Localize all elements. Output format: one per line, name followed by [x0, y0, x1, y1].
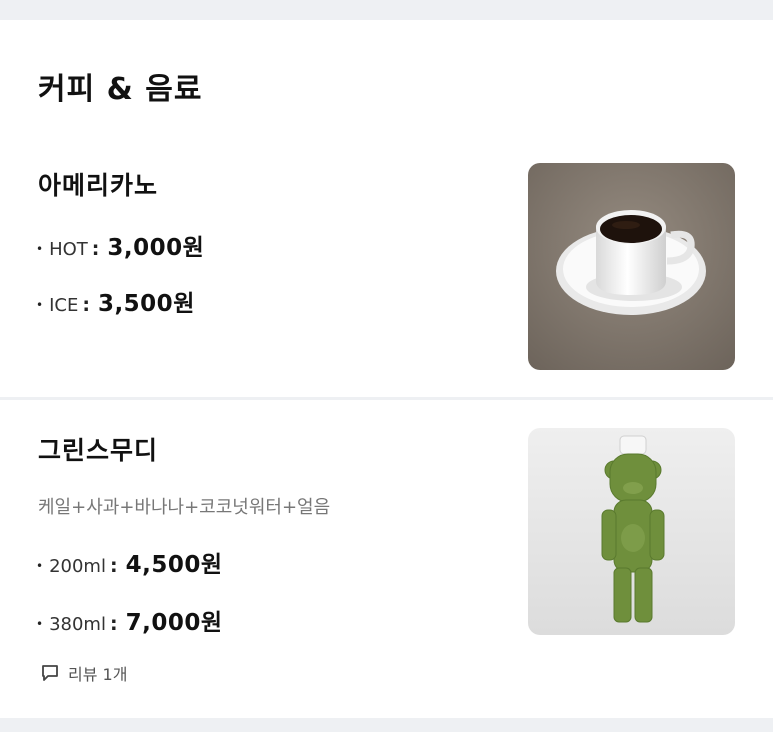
green-smoothie-image[interactable]	[528, 428, 735, 635]
bullet: •	[36, 242, 44, 256]
option-price: 4,500원	[125, 552, 223, 578]
separator: :	[109, 613, 118, 635]
americano-image[interactable]	[528, 163, 735, 370]
option-price: 7,000원	[125, 610, 223, 636]
price-row-200ml: • 200ml : 4,500원	[36, 545, 223, 579]
separator: :	[109, 555, 118, 577]
option-label: ICE	[49, 295, 79, 316]
speech-bubble-icon	[42, 665, 58, 681]
separator: :	[91, 238, 100, 260]
option-label: HOT	[49, 239, 88, 260]
price-row-hot: • HOT : 3,000원	[36, 228, 204, 262]
price-row-ice: • ICE : 3,500원	[36, 284, 195, 318]
price-row-380ml: • 380ml : 7,000원	[36, 603, 223, 637]
menu-section-card: 커피 & 음료 아메리카노 • HOT : 3,000원 • ICE : 3,5…	[0, 20, 773, 397]
item-description: 케일+사과+바나나+코코넛워터+얼음	[38, 497, 331, 518]
option-label: 200ml	[49, 556, 106, 577]
option-label: 380ml	[49, 614, 106, 635]
item-name-americano: 아메리카노	[38, 171, 159, 200]
bullet: •	[36, 298, 44, 312]
option-price: 3,000원	[107, 235, 205, 261]
menu-item-card: 그린스무디 케일+사과+바나나+코코넛워터+얼음 • 200ml : 4,500…	[0, 400, 773, 718]
separator: :	[82, 294, 90, 316]
bullet: •	[36, 559, 44, 573]
option-price: 3,500원	[97, 291, 195, 317]
section-title: 커피 & 음료	[38, 72, 203, 107]
bullet: •	[36, 617, 44, 631]
item-name-green-smoothie: 그린스무디	[38, 436, 159, 465]
review-link[interactable]: 리뷰 1개	[40, 661, 127, 685]
review-count-label: 리뷰 1개	[68, 665, 128, 684]
